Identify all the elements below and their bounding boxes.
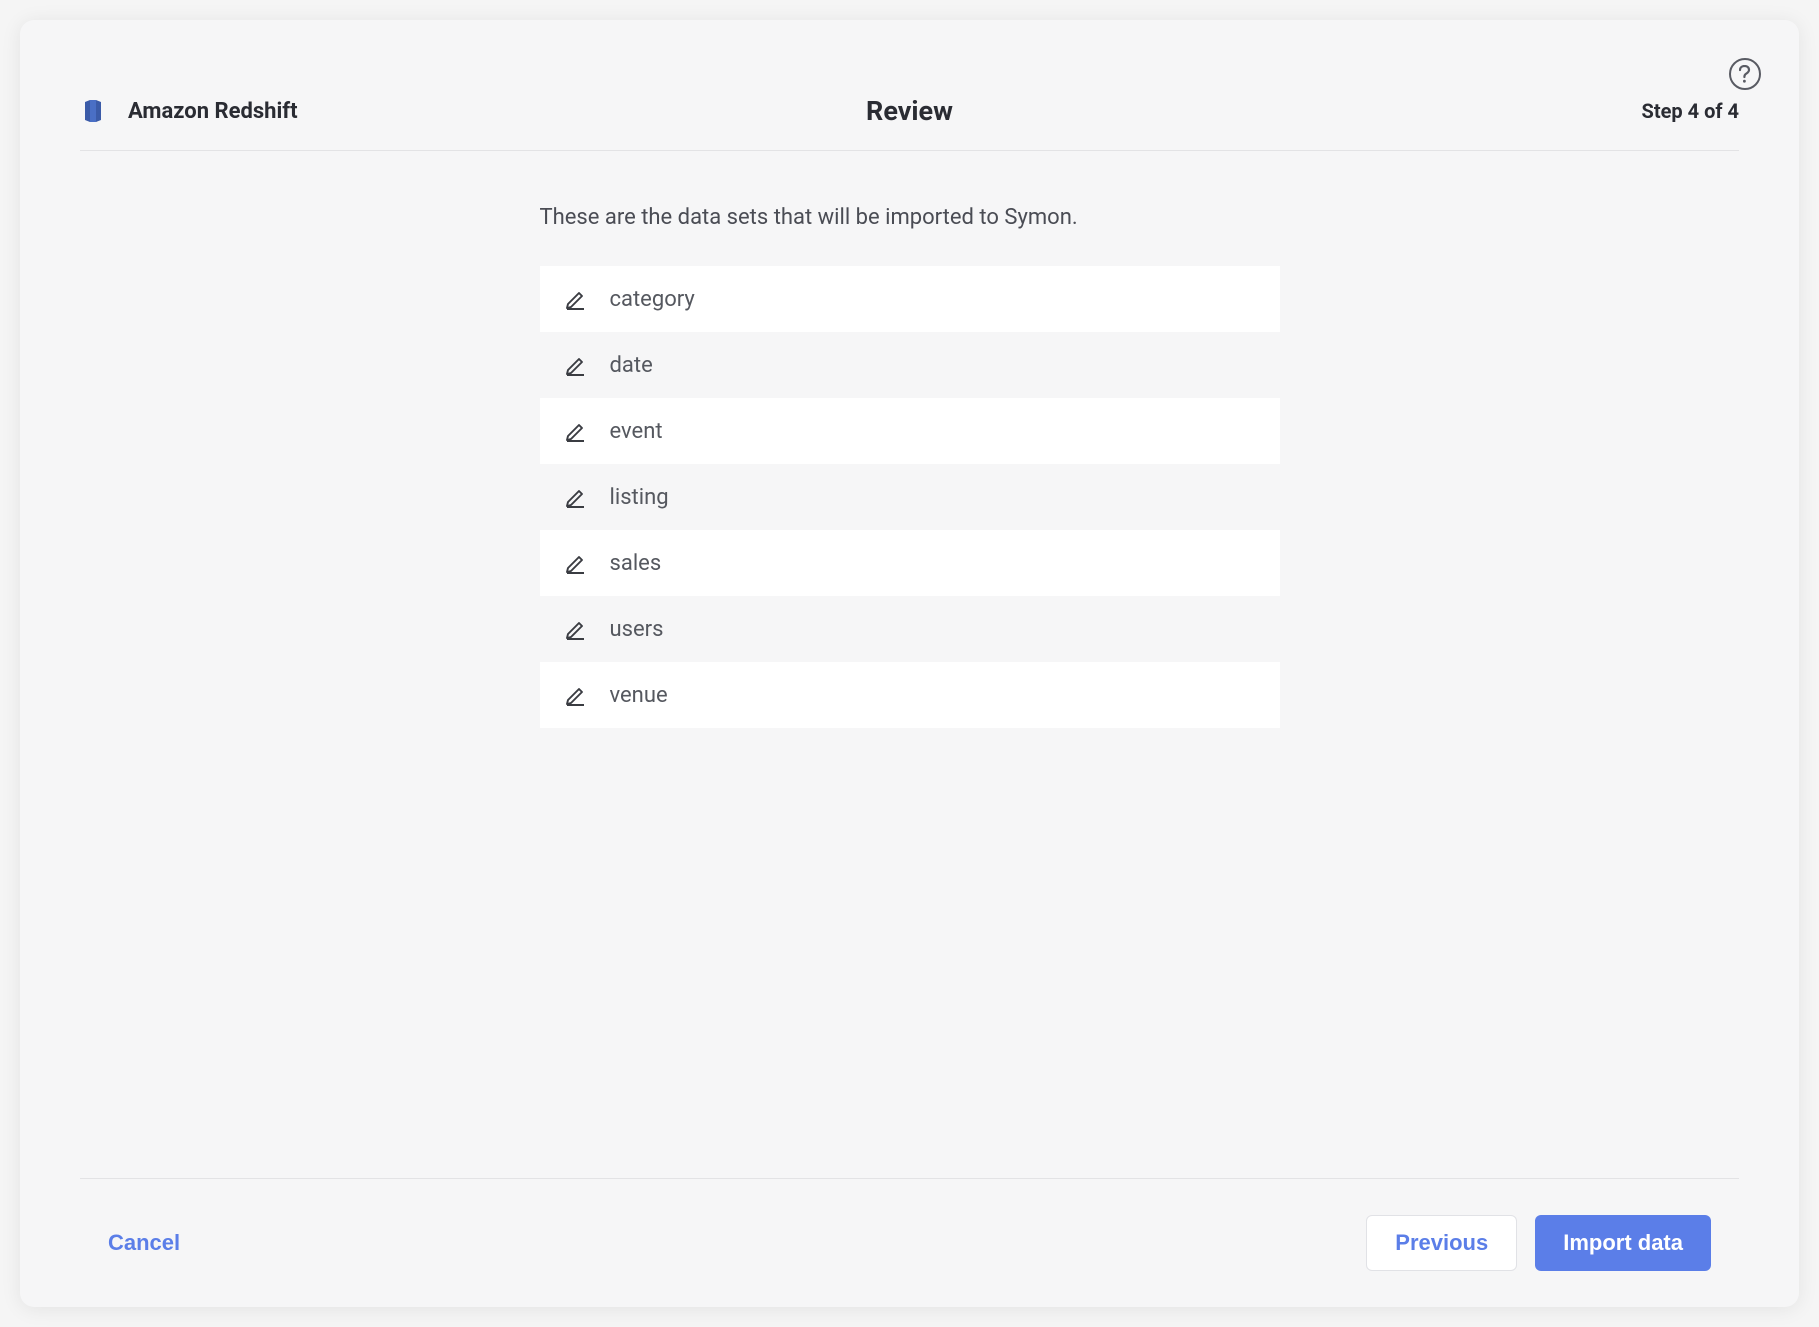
help-icon[interactable] <box>1729 58 1761 90</box>
edit-icon[interactable] <box>562 351 590 379</box>
header-left: Amazon Redshift <box>80 98 298 124</box>
edit-icon[interactable] <box>562 483 590 511</box>
edit-icon[interactable] <box>562 417 590 445</box>
dataset-name: venue <box>610 683 668 708</box>
edit-icon[interactable] <box>562 285 590 313</box>
page-title: Review <box>866 95 953 127</box>
modal-content: These are the data sets that will be imp… <box>20 151 1799 1178</box>
modal-footer: Cancel Previous Import data <box>80 1178 1739 1307</box>
dataset-name: event <box>610 419 663 444</box>
dataset-name: listing <box>610 485 669 510</box>
previous-button[interactable]: Previous <box>1366 1215 1517 1271</box>
cancel-button[interactable]: Cancel <box>108 1230 180 1256</box>
import-modal: Amazon Redshift Review Step 4 of 4 These… <box>20 20 1799 1307</box>
intro-text: These are the data sets that will be imp… <box>540 205 1280 230</box>
dataset-name: date <box>610 353 653 378</box>
step-indicator: Step 4 of 4 <box>1642 99 1739 123</box>
import-data-button[interactable]: Import data <box>1535 1215 1711 1271</box>
list-item: date <box>540 332 1280 398</box>
dataset-name: users <box>610 617 664 642</box>
modal-header: Amazon Redshift Review Step 4 of 4 <box>20 20 1799 151</box>
footer-right: Previous Import data <box>1366 1215 1711 1271</box>
edit-icon[interactable] <box>562 681 590 709</box>
redshift-icon <box>80 98 106 124</box>
source-name: Amazon Redshift <box>128 99 298 124</box>
list-item: category <box>540 266 1280 332</box>
dataset-name: sales <box>610 551 662 576</box>
edit-icon[interactable] <box>562 549 590 577</box>
list-item: event <box>540 398 1280 464</box>
list-item: users <box>540 596 1280 662</box>
list-item: sales <box>540 530 1280 596</box>
edit-icon[interactable] <box>562 615 590 643</box>
header-row: Amazon Redshift Review Step 4 of 4 <box>80 98 1739 151</box>
list-item: venue <box>540 662 1280 728</box>
dataset-name: category <box>610 287 695 312</box>
content-inner: These are the data sets that will be imp… <box>540 205 1280 728</box>
dataset-list: category date <box>540 266 1280 728</box>
list-item: listing <box>540 464 1280 530</box>
